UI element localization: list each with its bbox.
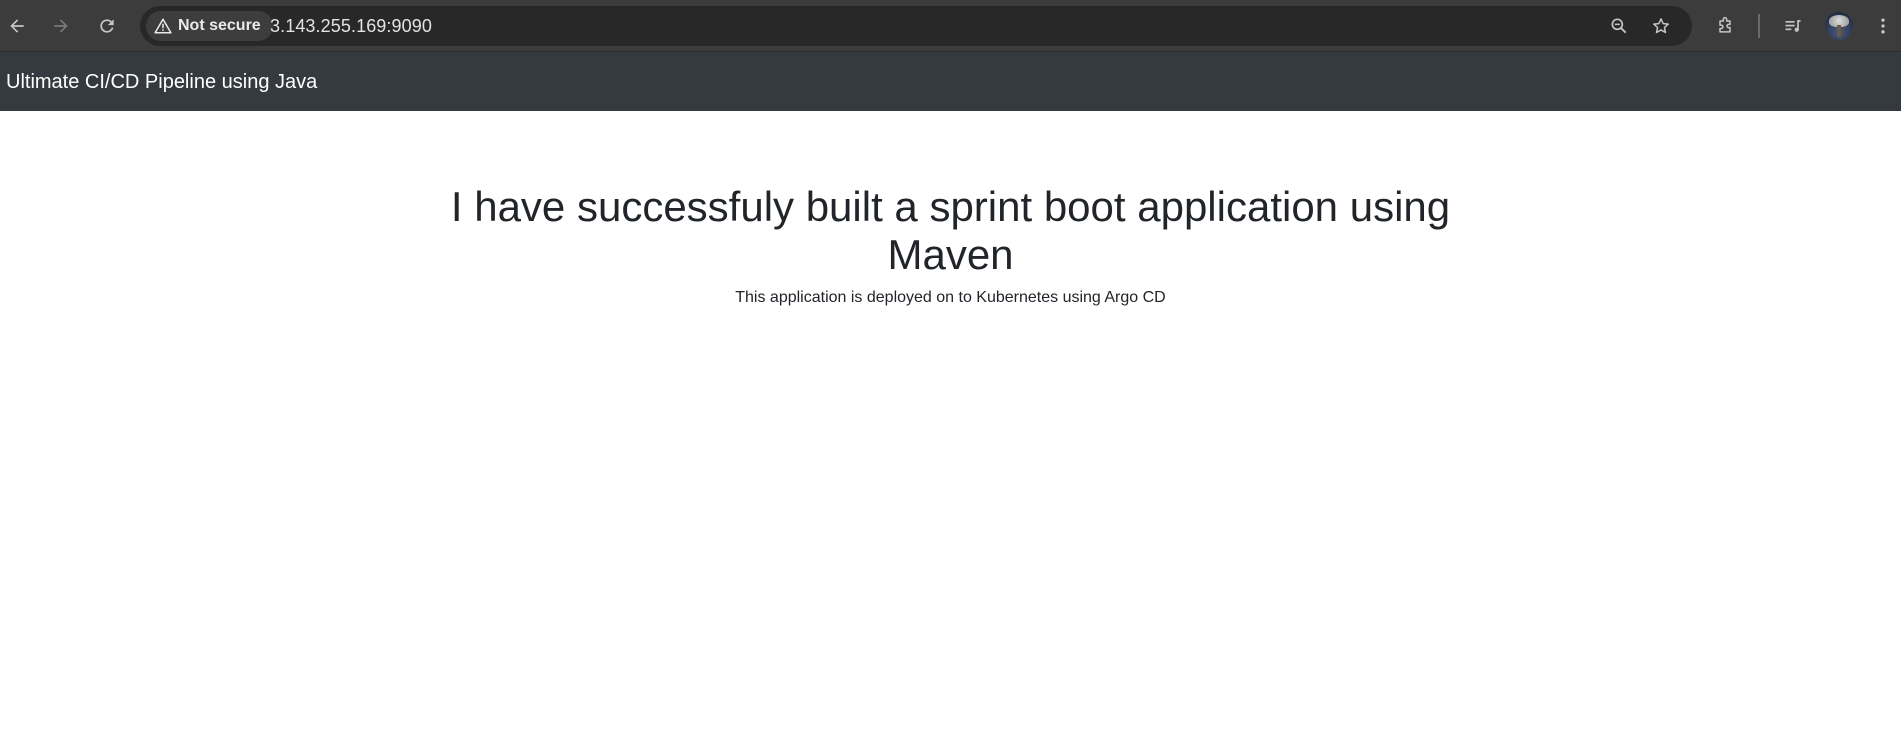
reload-button[interactable] [90, 9, 124, 43]
navbar-brand[interactable]: Ultimate CI/CD Pipeline using Java [6, 71, 317, 94]
back-arrow-icon [10, 19, 24, 33]
page-heading: I have successfuly built a sprint boot a… [450, 183, 1451, 278]
menu-button[interactable] [1866, 9, 1900, 43]
zoom-button[interactable] [1606, 13, 1632, 39]
toolbar-divider [1758, 14, 1760, 38]
forward-button[interactable] [44, 9, 78, 43]
forward-arrow-icon [54, 19, 68, 33]
media-queue-icon [1785, 20, 1801, 32]
back-button[interactable] [0, 9, 34, 43]
extensions-button[interactable] [1708, 9, 1742, 43]
star-icon [1653, 18, 1669, 34]
browser-toolbar: Not secure 3.143.255.169:9090 [0, 0, 1901, 52]
url-text[interactable]: 3.143.255.169:9090 [270, 16, 432, 37]
media-button[interactable] [1776, 9, 1810, 43]
puzzle-icon [1719, 16, 1731, 33]
bookmark-button[interactable] [1648, 13, 1674, 39]
address-bar[interactable]: Not secure 3.143.255.169:9090 [140, 6, 1692, 46]
kebab-menu-icon [1881, 18, 1885, 34]
security-label: Not secure [178, 17, 261, 34]
zoom-out-icon [1611, 18, 1627, 34]
page-subtext: This application is deployed on to Kuber… [735, 289, 1166, 306]
profile-avatar[interactable] [1825, 12, 1853, 40]
warning-triangle-icon [154, 18, 172, 34]
reload-icon [100, 19, 114, 33]
main-content: I have successfuly built a sprint boot a… [0, 111, 1901, 742]
app-navbar: Ultimate CI/CD Pipeline using Java [0, 52, 1901, 111]
security-chip[interactable]: Not secure [146, 11, 273, 41]
